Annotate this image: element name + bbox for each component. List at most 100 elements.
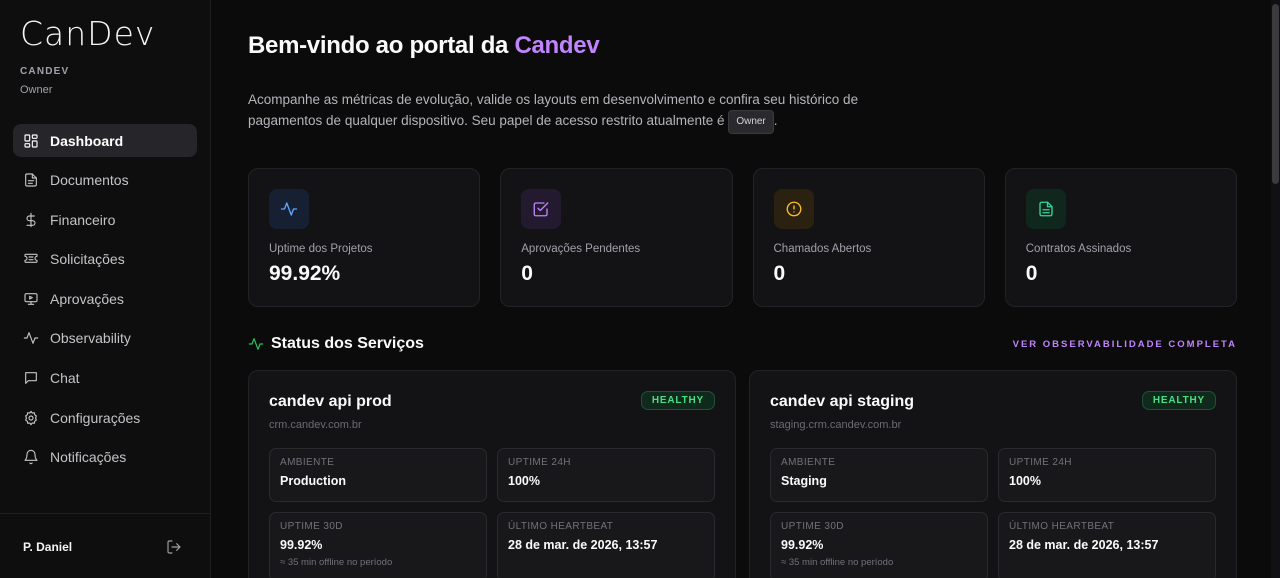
metric-label: UPTIME 30D: [781, 521, 844, 532]
sidebar-item-label: Aprovações: [50, 290, 124, 307]
metric-label: ÚLTIMO HEARTBEAT: [1009, 521, 1115, 532]
sidebar-item-label: Documentos: [50, 172, 129, 189]
stat-label: Uptime dos Projetos: [269, 243, 373, 255]
metric-label: AMBIENTE: [781, 457, 836, 468]
sidebar-item-dashboard[interactable]: Dashboard: [13, 124, 197, 157]
stat-value: 0: [1025, 262, 1038, 285]
sidebar-footer: P. Daniel: [0, 513, 210, 578]
service-host: crm.candev.com.br: [269, 419, 362, 431]
page-scrollbar[interactable]: [1271, 0, 1280, 578]
page-title-brand: Candev: [514, 32, 600, 59]
activity-icon: [23, 330, 39, 346]
user-role: Owner: [20, 84, 53, 96]
main-content: Bem-vindo ao portal da Candev Acompanhe …: [211, 0, 1280, 578]
alert-circle-icon: [773, 189, 814, 229]
stat-label: Chamados Abertos: [773, 243, 872, 255]
metric-value: 100%: [1009, 474, 1041, 488]
app-logo[interactable]: CanDev: [20, 14, 155, 53]
metric-uptime-30d: UPTIME 30D 99.92% ≈ 35 min offline no pe…: [770, 512, 988, 578]
metric-value: 99.92%: [781, 538, 824, 552]
metric-value: 28 de mar. de 2026, 13:57: [1009, 538, 1159, 552]
service-name: candev api prod: [269, 393, 392, 410]
metric-uptime-24h: UPTIME 24H 100%: [998, 448, 1216, 502]
section-title: Status dos Serviços: [271, 335, 424, 352]
metric-label: UPTIME 24H: [508, 457, 571, 468]
metric-label: UPTIME 30D: [280, 521, 343, 532]
service-name: candev api staging: [770, 393, 915, 410]
sidebar: CanDev CANDEV Owner Dashboard Documentos…: [0, 0, 211, 578]
stats-row: Uptime dos Projetos 99.92% Aprovações Pe…: [248, 168, 1237, 307]
metric-uptime-30d: UPTIME 30D 99.92% ≈ 35 min offline no pe…: [269, 512, 487, 578]
service-card[interactable]: candev api prod crm.candev.com.br HEALTH…: [248, 370, 736, 578]
metric-last-heartbeat: ÚLTIMO HEARTBEAT 28 de mar. de 2026, 13:…: [497, 512, 715, 578]
sidebar-item-observability[interactable]: Observability: [13, 322, 197, 355]
page-title: Bem-vindo ao portal da Candev: [248, 32, 600, 60]
page-subtitle: Acompanhe as métricas de evolução, valid…: [248, 90, 888, 134]
ticket-icon: [23, 251, 39, 267]
logout-icon[interactable]: [166, 539, 182, 555]
page-title-prefix: Bem-vindo ao portal da: [248, 32, 515, 59]
metric-uptime-24h: UPTIME 24H 100%: [497, 448, 715, 502]
metric-environment: AMBIENTE Production: [269, 448, 487, 502]
chat-icon: [23, 370, 39, 386]
status-badge: HEALTHY: [1141, 391, 1216, 410]
monitor-play-icon: [23, 291, 39, 307]
sidebar-item-configuracoes[interactable]: Configurações: [13, 401, 197, 434]
stat-card-contratos: Contratos Assinados 0: [1004, 168, 1237, 307]
metric-note: ≈ 35 min offline no período: [781, 557, 894, 568]
sidebar-item-documentos[interactable]: Documentos: [13, 164, 197, 197]
stat-label: Aprovações Pendentes: [521, 243, 641, 255]
metric-note: ≈ 35 min offline no período: [280, 557, 393, 568]
stat-card-uptime: Uptime dos Projetos 99.92%: [248, 168, 481, 307]
service-metrics: AMBIENTE Production UPTIME 24H 100% UPTI…: [269, 448, 715, 578]
stat-label: Contratos Assinados: [1025, 243, 1132, 255]
sidebar-item-label: Chat: [50, 370, 80, 387]
check-square-icon: [521, 189, 562, 229]
sidebar-item-financeiro[interactable]: Financeiro: [13, 203, 197, 236]
services-grid: candev api prod crm.candev.com.br HEALTH…: [248, 370, 1237, 578]
sidebar-item-label: Dashboard: [50, 132, 124, 149]
metric-label: UPTIME 24H: [1009, 457, 1072, 468]
page-subtitle-end: .: [773, 113, 778, 128]
sidebar-item-label: Solicitações: [50, 251, 125, 268]
metric-value: Staging: [781, 474, 827, 488]
metric-value: 28 de mar. de 2026, 13:57: [508, 538, 658, 552]
activity-icon: [269, 189, 309, 229]
sidebar-item-label: Notificações: [50, 449, 127, 466]
sidebar-item-label: Configurações: [50, 409, 141, 426]
role-chip: Owner: [728, 110, 774, 134]
metric-value: 100%: [508, 474, 540, 488]
activity-icon: [248, 338, 264, 350]
metric-value: Production: [280, 474, 346, 488]
status-badge: HEALTHY: [640, 391, 715, 410]
sidebar-item-label: Financeiro: [50, 211, 116, 228]
metric-label: AMBIENTE: [280, 457, 335, 468]
document-icon: [23, 172, 39, 188]
stat-card-aprovacoes: Aprovações Pendentes 0: [500, 168, 733, 307]
sidebar-nav: Dashboard Documentos Financeiro Solicita…: [13, 124, 197, 480]
user-name: P. Daniel: [23, 540, 73, 554]
dashboard-icon: [23, 133, 39, 149]
stat-value: 0: [521, 262, 533, 285]
sidebar-item-chat[interactable]: Chat: [13, 362, 197, 395]
sidebar-item-aprovacoes[interactable]: Aprovações: [13, 282, 197, 315]
service-host: staging.crm.candev.com.br: [770, 419, 902, 431]
stat-card-chamados: Chamados Abertos 0: [752, 168, 985, 307]
sidebar-item-notificacoes[interactable]: Notificações: [13, 441, 197, 474]
stat-value: 0: [773, 262, 786, 285]
gear-icon: [23, 410, 39, 426]
service-metrics: AMBIENTE Staging UPTIME 24H 100% UPTIME …: [770, 448, 1216, 578]
metric-value: 99.92%: [280, 538, 323, 552]
sidebar-item-solicitacoes[interactable]: Solicitações: [13, 243, 197, 276]
bell-icon: [23, 449, 39, 465]
services-section-header: Status dos Serviços: [248, 335, 424, 353]
org-name: CANDEV: [20, 66, 70, 77]
sidebar-item-label: Observability: [50, 330, 131, 347]
scrollbar-thumb[interactable]: [1272, 4, 1279, 184]
dollar-icon: [23, 212, 39, 228]
metric-environment: AMBIENTE Staging: [770, 448, 988, 502]
stat-value: 99.92%: [269, 262, 341, 285]
service-card[interactable]: candev api staging staging.crm.candev.co…: [749, 370, 1237, 578]
file-text-icon: [1025, 189, 1066, 229]
see-all-observability-link[interactable]: VER OBSERVABILIDADE COMPLETA: [1013, 339, 1237, 350]
